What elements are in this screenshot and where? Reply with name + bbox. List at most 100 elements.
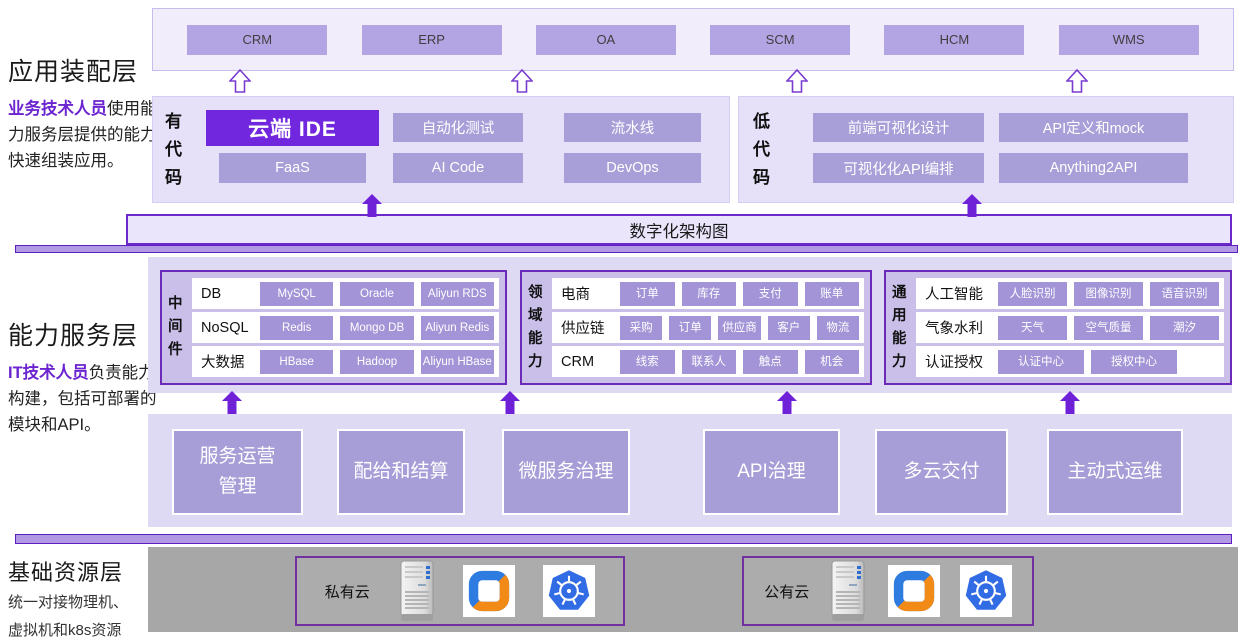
domain-chip: 订单	[669, 316, 711, 340]
app-layer-note-title: 应用装配层	[8, 52, 158, 88]
middleware-chip: Hadoop	[340, 350, 413, 374]
pro-code-label: 有代码	[165, 108, 185, 192]
domain-chip: 支付	[743, 282, 798, 306]
row-label: 大数据	[201, 351, 253, 372]
general-capability-label: 通用能力	[892, 282, 909, 374]
server-icon	[398, 560, 436, 622]
infra-layer-note-title: 基础资源层	[8, 555, 158, 587]
middleware-chip: Redis	[260, 316, 333, 340]
frontend-visual-design-button: 前端可视化设计	[813, 113, 984, 142]
domain-row-supplychain: 供应链 采购 订单 供应商 客户 物流	[552, 312, 864, 343]
middleware-label: 中间件	[168, 293, 185, 362]
architecture-diagram: 应用装配层 业务技术人员使用能力服务层提供的能力快速组装应用。 能力服务层 IT…	[0, 0, 1238, 640]
domain-chip: 触点	[743, 350, 798, 374]
public-cloud-box: 公有云	[742, 556, 1034, 626]
middleware-chip: HBase	[260, 350, 333, 374]
digital-architecture-label: 数字化架构图	[630, 218, 729, 242]
row-label: 供应链	[561, 317, 613, 338]
general-chip: 授权中心	[1091, 350, 1177, 374]
capability-layer-note: 能力服务层 IT技术人员负责能力构建，包括可部署的模块和API。	[8, 316, 160, 438]
capability-layer-role: IT技术人员	[8, 364, 89, 382]
row-label: 气象水利	[925, 317, 991, 338]
capability-layer-note-title: 能力服务层	[8, 316, 160, 352]
middleware-chip: Oracle	[340, 282, 413, 306]
up-arrow-solid-icon	[362, 194, 382, 217]
up-arrow-outline-icon	[511, 69, 533, 93]
infra-layer-note-sub2: 虚拟机和k8s资源	[8, 619, 158, 640]
app-chip-hcm: HCM	[884, 25, 1024, 55]
pipeline-button: 流水线	[564, 113, 701, 142]
middleware-chip: Aliyun RDS	[421, 282, 494, 306]
up-arrow-solid-icon	[1060, 391, 1080, 414]
app-chip-erp: ERP	[362, 25, 502, 55]
api-define-mock-button: API定义和mock	[999, 113, 1188, 142]
domain-chip: 供应商	[718, 316, 760, 340]
general-chip: 图像识别	[1074, 282, 1143, 306]
domain-chip: 订单	[620, 282, 675, 306]
general-chip: 潮汐	[1150, 316, 1219, 340]
app-layer-role: 业务技术人员	[8, 100, 107, 118]
domain-chip: 线索	[620, 350, 675, 374]
row-label: CRM	[561, 354, 613, 370]
public-cloud-label: 公有云	[764, 581, 809, 602]
kubernetes-icon	[960, 565, 1012, 617]
middleware-section: 中间件 DB MySQL Oracle Aliyun RDS NoSQL Red…	[160, 270, 507, 385]
up-arrow-solid-icon	[222, 391, 242, 414]
layer-separator-band	[15, 534, 1232, 544]
row-label: 人工智能	[925, 283, 991, 304]
middleware-row-db: DB MySQL Oracle Aliyun RDS	[192, 278, 499, 309]
middleware-row-nosql: NoSQL Redis Mongo DB Aliyun Redis	[192, 312, 499, 343]
private-cloud-label: 私有云	[325, 581, 370, 602]
up-arrow-outline-icon	[1066, 69, 1088, 93]
up-arrow-solid-icon	[500, 391, 520, 414]
general-row-weather: 气象水利 天气 空气质量 潮汐	[916, 312, 1224, 343]
middleware-chip: Mongo DB	[340, 316, 413, 340]
devops-button: DevOps	[564, 153, 701, 183]
proactive-ops-button: 主动式运维	[1047, 429, 1183, 515]
general-chip: 人脸识别	[998, 282, 1067, 306]
general-row-ai: 人工智能 人脸识别 图像识别 语音识别	[916, 278, 1224, 309]
low-code-panel: 低代码 前端可视化设计 API定义和mock 可视化化API编排 Anythin…	[738, 96, 1234, 203]
domain-capability-label: 领域能力	[528, 282, 545, 374]
row-label: 认证授权	[925, 351, 991, 372]
capability-layer-note-body: IT技术人员负责能力构建，包括可部署的模块和API。	[8, 360, 160, 438]
app-chip-scm: SCM	[710, 25, 850, 55]
domain-chip: 机会	[805, 350, 860, 374]
middleware-chip: Aliyun Redis	[421, 316, 494, 340]
app-layer-note: 应用装配层 业务技术人员使用能力服务层提供的能力快速组装应用。	[8, 52, 158, 174]
domain-chip: 采购	[620, 316, 662, 340]
domain-capability-section: 领域能力 电商 订单 库存 支付 账单 供应链 采购 订单 供应商 客户 物流 …	[520, 270, 872, 385]
api-governance-button: API治理	[703, 429, 840, 515]
service-ops-mgmt-button: 服务运营 管理	[172, 429, 303, 515]
row-label: NoSQL	[201, 320, 253, 336]
app-chip-oa: OA	[536, 25, 676, 55]
up-arrow-outline-icon	[786, 69, 808, 93]
domain-chip: 库存	[682, 282, 737, 306]
middleware-row-bigdata: 大数据 HBase Hadoop Aliyun HBase	[192, 346, 499, 377]
auto-test-button: 自动化测试	[393, 113, 523, 142]
middleware-chip: Aliyun HBase	[421, 350, 494, 374]
general-chip: 认证中心	[998, 350, 1084, 374]
app-layer-note-body: 业务技术人员使用能力服务层提供的能力快速组装应用。	[8, 96, 158, 174]
visual-api-orchestration-button: 可视化化API编排	[813, 153, 984, 183]
domain-chip: 客户	[768, 316, 810, 340]
app-chip-crm: CRM	[187, 25, 327, 55]
layer-separator-band	[15, 245, 1238, 253]
ai-code-button: AI Code	[393, 153, 523, 183]
row-label: DB	[201, 286, 253, 302]
pro-code-panel: 有代码 云端 IDE 自动化测试 流水线 FaaS AI Code DevOps	[152, 96, 730, 203]
kubernetes-icon	[543, 565, 595, 617]
cloud-ide-button: 云端 IDE	[206, 110, 379, 146]
domain-row-ecommerce: 电商 订单 库存 支付 账单	[552, 278, 864, 309]
domain-row-crm: CRM 线索 联系人 触点 机会	[552, 346, 864, 377]
infra-layer-note: 基础资源层 统一对接物理机、 虚拟机和k8s资源	[8, 555, 158, 640]
private-cloud-box: 私有云	[295, 556, 625, 626]
row-label: 电商	[561, 283, 613, 304]
vmware-icon	[463, 565, 515, 617]
general-row-auth: 认证授权 认证中心 授权中心	[916, 346, 1224, 377]
multicloud-delivery-button: 多云交付	[875, 429, 1008, 515]
infra-layer-note-sub1: 统一对接物理机、	[8, 591, 158, 615]
domain-chip: 物流	[817, 316, 859, 340]
anything2api-button: Anything2API	[999, 153, 1188, 183]
app-layer-panel: CRM ERP OA SCM HCM WMS	[152, 8, 1234, 71]
